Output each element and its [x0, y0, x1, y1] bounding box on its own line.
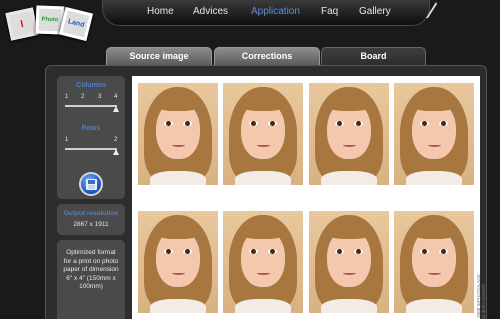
- output-resolution-value: 2867 x 1911: [73, 221, 109, 228]
- logo-card-3: Land: [59, 7, 93, 41]
- print-info-text: Optimized format for a print on photo pa…: [63, 249, 119, 290]
- layout-settings-box: Columns 1 2 3 4 Rows 1 2: [57, 76, 125, 199]
- save-button[interactable]: [79, 172, 103, 196]
- rows-slider[interactable]: [65, 148, 117, 150]
- tab-board[interactable]: Board: [321, 47, 426, 66]
- corner-decoration-icon: [426, 2, 437, 18]
- id-photo: [138, 83, 218, 185]
- columns-slider[interactable]: [65, 105, 117, 107]
- output-resolution-box: Output resolution 2867 x 1911: [57, 204, 125, 235]
- columns-tick-3: 3: [98, 94, 102, 100]
- columns-tick-2: 2: [81, 94, 85, 100]
- columns-label: Columns: [76, 82, 106, 89]
- nav-gallery[interactable]: Gallery: [359, 6, 391, 17]
- tab-source-image[interactable]: Source image: [106, 47, 212, 65]
- id-photo: [394, 211, 474, 313]
- columns-tick-1: 1: [65, 94, 69, 100]
- id-photo: [394, 83, 474, 185]
- id-photo: [138, 211, 218, 313]
- id-photo: [223, 211, 304, 313]
- floppy-disk-icon: [86, 179, 97, 190]
- photo-board: [132, 76, 480, 319]
- nav-application[interactable]: Application: [251, 6, 300, 17]
- id-photo: [223, 83, 304, 185]
- id-photo: [308, 211, 389, 313]
- tab-corrections[interactable]: Corrections: [214, 47, 320, 65]
- columns-slider-handle[interactable]: [113, 106, 119, 112]
- columns-tick-4: 4: [114, 94, 118, 100]
- nav-faq[interactable]: Faq: [321, 6, 338, 17]
- logo-letter-3: Land: [67, 18, 86, 29]
- logo[interactable]: I Photo Land: [0, 0, 100, 50]
- logo-letter-2: Photo: [41, 16, 59, 24]
- rows-label: Rows: [81, 125, 101, 132]
- rows-slider-handle[interactable]: [113, 149, 119, 155]
- id-photo: [308, 83, 389, 185]
- output-resolution-label: Output resolution: [63, 210, 119, 217]
- logo-card-1: I: [5, 7, 39, 41]
- top-navigation: Home Advices Application Faq Gallery: [102, 0, 430, 26]
- copyright-text: © 2008 IDPHOTOLAND - Tous droits réservé…: [476, 271, 486, 319]
- nav-home[interactable]: Home: [147, 6, 174, 17]
- rows-tick-1: 1: [65, 137, 69, 143]
- main-panel: Columns 1 2 3 4 Rows 1 2 Output resoluti…: [45, 65, 487, 319]
- print-info-box: Optimized format for a print on photo pa…: [57, 240, 125, 319]
- nav-advices[interactable]: Advices: [193, 6, 228, 17]
- logo-letter-1: I: [19, 18, 25, 31]
- rows-tick-2: 2: [114, 137, 118, 143]
